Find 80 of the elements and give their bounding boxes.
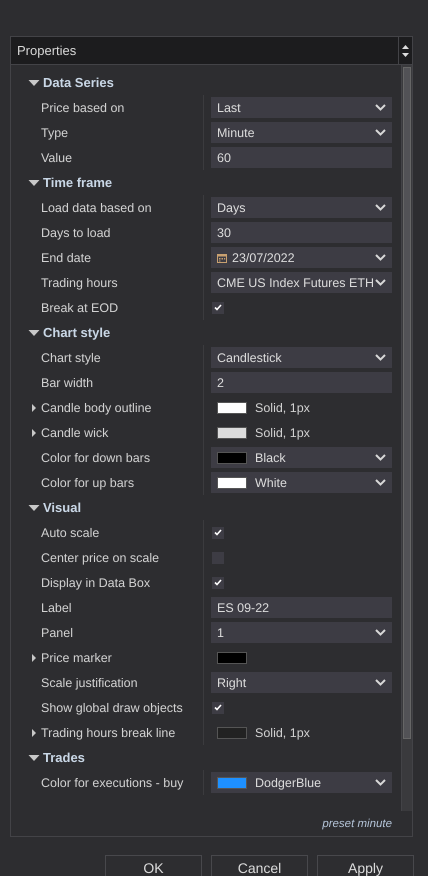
color-dropdown[interactable]: White [211, 472, 392, 493]
stroke-value: Solid, 1px [255, 426, 310, 440]
scroll-down-icon[interactable] [402, 52, 409, 56]
section-header[interactable]: Visual [43, 500, 82, 515]
section-header[interactable]: Time frame [43, 175, 112, 190]
panel-title: Properties [16, 43, 78, 58]
color-swatch[interactable] [217, 726, 247, 738]
property-label: Value [41, 150, 72, 164]
property-label: Price marker [41, 650, 112, 664]
dropdown[interactable]: Candlestick [211, 347, 392, 368]
chevron-down-icon [375, 354, 386, 361]
section-header[interactable]: Chart style [43, 325, 110, 340]
property-label: Color for executions - buy [41, 776, 184, 790]
dialog-button[interactable]: Apply [317, 855, 414, 876]
color-dropdown[interactable]: Black [211, 447, 392, 468]
stroke-value: Solid, 1px [255, 726, 310, 740]
collapse-triangle-icon[interactable] [27, 504, 41, 510]
property-label: Days to load [41, 226, 110, 240]
collapse-triangle-icon[interactable] [27, 180, 41, 186]
preset-label: preset minute [322, 818, 392, 830]
property-label: Candle wick [41, 426, 108, 440]
property-label: Label [41, 600, 72, 614]
input-field[interactable]: 30 [211, 222, 392, 243]
property-label: Panel [41, 626, 73, 640]
chevron-down-icon [375, 254, 386, 261]
calendar-icon [217, 252, 227, 262]
dropdown[interactable]: Days [211, 197, 392, 218]
property-label: Load data based on [41, 200, 152, 214]
dialog-button[interactable]: OK [105, 855, 202, 876]
color-dropdown[interactable]: DodgerBlue [211, 772, 392, 793]
property-label: Break at EOD [41, 300, 118, 314]
chevron-down-icon [375, 129, 386, 136]
chevron-down-icon [375, 104, 386, 111]
chevron-down-icon [375, 204, 386, 211]
property-label: Color for down bars [41, 450, 150, 464]
dropdown[interactable]: 1 [211, 622, 392, 643]
property-label: Candle body outline [41, 400, 152, 414]
property-label: End date [41, 250, 92, 264]
dialog-button[interactable]: Cancel [211, 855, 308, 876]
collapse-triangle-icon[interactable] [27, 754, 41, 760]
input-field[interactable]: ES 09-22 [211, 597, 392, 618]
input-field[interactable]: 60 [211, 147, 392, 168]
property-label: Trading hours break line [41, 726, 176, 740]
property-label: Display in Data Box [41, 576, 150, 590]
chevron-down-icon [375, 479, 386, 486]
scrollbar[interactable] [401, 65, 412, 811]
chevron-down-icon [375, 629, 386, 636]
dropdown[interactable]: Right [211, 672, 392, 693]
color-swatch[interactable] [217, 652, 247, 664]
property-label: Chart style [41, 350, 101, 364]
chevron-down-icon [375, 279, 386, 286]
property-label: Type [41, 126, 68, 140]
checkbox[interactable] [212, 702, 224, 714]
checkbox[interactable] [212, 576, 224, 588]
property-label: Auto scale [41, 526, 100, 540]
checkbox[interactable] [212, 302, 224, 314]
property-label: Trading hours [41, 276, 118, 290]
scroll-up-icon[interactable] [402, 44, 409, 48]
stroke-value: Solid, 1px [255, 400, 310, 414]
color-swatch[interactable] [217, 426, 247, 438]
date-picker[interactable]: 23/07/2022 [211, 247, 392, 268]
property-label: Price based on [41, 100, 124, 114]
dropdown[interactable]: CME US Index Futures ETH [211, 272, 392, 293]
collapse-triangle-icon[interactable] [27, 330, 41, 336]
section-header[interactable]: Data Series [43, 75, 114, 90]
collapse-triangle-icon[interactable] [27, 80, 41, 86]
section-header[interactable]: Trades [43, 750, 85, 765]
dropdown[interactable]: Last [211, 97, 392, 118]
property-label: Color for up bars [41, 476, 134, 490]
color-swatch[interactable] [217, 402, 247, 414]
property-label: Bar width [41, 376, 94, 390]
input-field[interactable]: 2 [211, 372, 392, 393]
property-label: Show global draw objects [41, 700, 183, 714]
chevron-down-icon [375, 679, 386, 686]
dropdown[interactable]: Minute [211, 122, 392, 143]
property-label: Center price on scale [41, 550, 160, 564]
chevron-down-icon [375, 779, 386, 786]
chevron-down-icon [375, 454, 386, 461]
property-label: Scale justification [41, 676, 138, 690]
checkbox[interactable] [212, 526, 224, 538]
